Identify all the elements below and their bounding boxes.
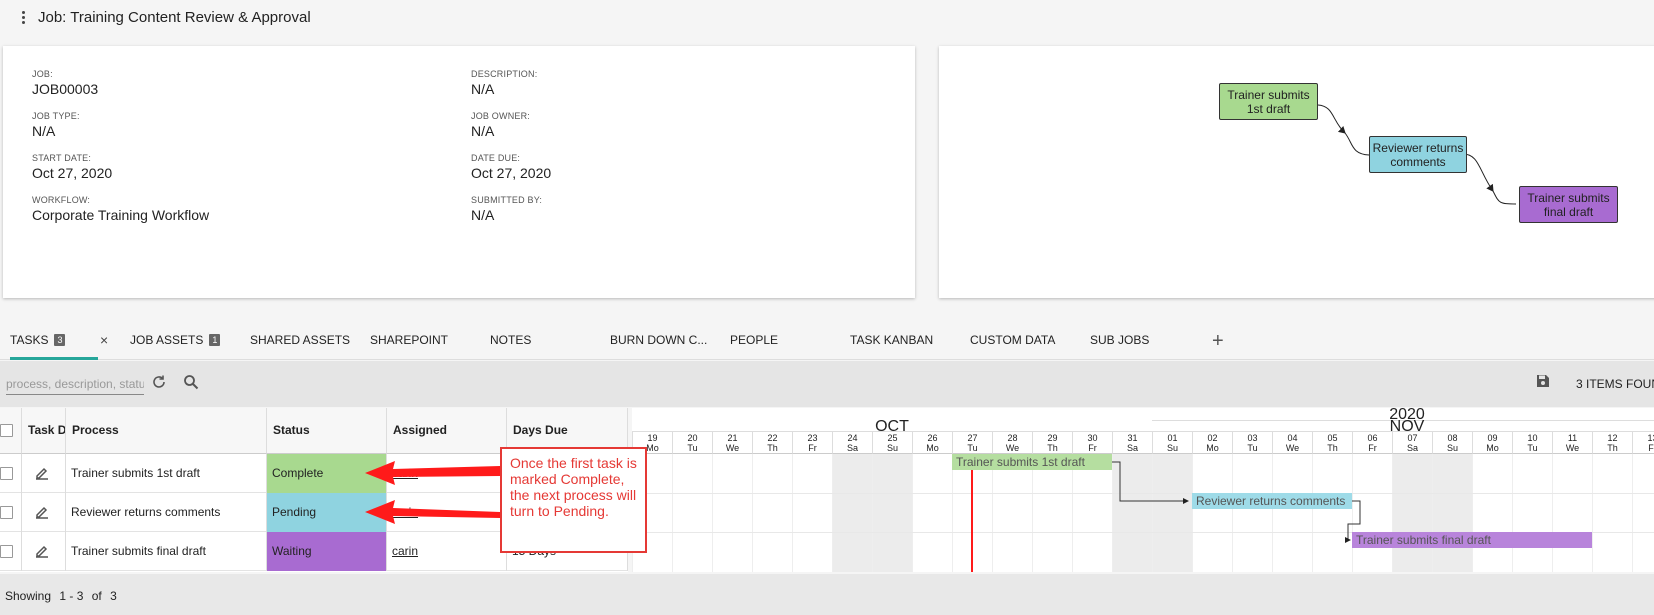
job-field: JOB: JOB00003	[32, 69, 98, 97]
start-date-value: Oct 27, 2020	[32, 165, 113, 181]
row-edit-cell	[22, 493, 66, 532]
task-details-header[interactable]: Task Details	[22, 408, 66, 454]
process-cell: Trainer submits final draft	[66, 532, 267, 571]
date-due-value: Oct 27, 2020	[471, 165, 552, 181]
date-due-label: DATE DUE:	[471, 153, 521, 163]
pagination-summary: Showing 1 - 3 of 3	[5, 589, 122, 603]
top-bar: Job: Training Content Review & Approval	[0, 0, 1654, 34]
annotation-callout: Once the first task is marked Complete, …	[500, 447, 647, 553]
tab-notes[interactable]: NOTES	[490, 326, 531, 360]
row-edit-cell	[22, 532, 66, 571]
gantt-chart: 2020 OCT NOV 19 Mo 20 Tu 21 We 22 Th 23 Fr 24 Sa 25 S…	[632, 408, 1654, 572]
submitted-by-label: SUBMITTED BY:	[471, 195, 543, 205]
status-cell: Pending	[267, 493, 387, 532]
row-checkbox[interactable]	[0, 467, 13, 480]
assigned-cell: carin	[387, 454, 507, 493]
start-date-field: START DATE: Oct 27, 2020	[32, 153, 112, 181]
job-type-value: N/A	[32, 123, 56, 139]
select-all-header	[0, 408, 22, 454]
row-checkbox[interactable]	[0, 506, 13, 519]
workflow-value: Corporate Training Workflow	[32, 207, 210, 223]
tab-tasks[interactable]: TASKS 3	[10, 326, 98, 360]
grid-footer: Showing 1 - 3 of 3	[0, 574, 1654, 615]
assigned-user-link[interactable]: carin	[392, 466, 418, 480]
tab-sharepoint[interactable]: SHAREPOINT	[370, 326, 448, 360]
connector-2-3	[1462, 153, 1494, 192]
description-value: N/A	[471, 81, 495, 97]
assigned-user-link[interactable]: carin	[392, 544, 418, 558]
process-cell: Trainer submits 1st draft	[66, 454, 267, 493]
showing-total: 3	[110, 589, 117, 603]
job-type-label: JOB TYPE:	[32, 111, 80, 121]
process-cell: Reviewer returns comments	[66, 493, 267, 532]
assigned-user-link[interactable]: carin	[392, 505, 418, 519]
save-icon[interactable]	[1536, 374, 1550, 388]
tab-shared-assets[interactable]: SHARED ASSETS	[250, 326, 350, 360]
items-found-count: 3 ITEMS FOUND	[1576, 377, 1654, 391]
workflow-field: WORKFLOW: Corporate Training Workflow	[32, 195, 209, 223]
status-header[interactable]: Status	[267, 408, 387, 454]
tasks-toolbar: 3 ITEMS FOUND	[0, 361, 1654, 407]
job-owner-value: N/A	[471, 123, 495, 139]
workflow-label: WORKFLOW:	[32, 195, 91, 205]
edit-icon[interactable]	[34, 504, 50, 520]
job-value: JOB00003	[32, 81, 99, 97]
tab-tasks-badge: 3	[54, 334, 66, 346]
row-select-cell	[0, 532, 22, 571]
connector-1-2	[1317, 104, 1346, 134]
connector-2-3-tail	[1492, 190, 1517, 205]
tab-people[interactable]: PEOPLE	[730, 326, 778, 360]
workflow-node-trainer-final-draft[interactable]: Trainer submits final draft	[1519, 186, 1618, 223]
job-details-card: JOB: JOB00003 JOB TYPE: N/A START DATE: …	[3, 46, 915, 298]
job-owner-field: JOB OWNER: N/A	[471, 111, 530, 139]
edit-icon[interactable]	[34, 465, 50, 481]
assigned-cell: carin	[387, 532, 507, 571]
status-cell: Waiting	[267, 532, 387, 571]
assigned-cell: carin	[387, 493, 507, 532]
connector-1-2-tail	[1344, 132, 1370, 156]
workflow-node-trainer-first-draft[interactable]: Trainer submits 1st draft	[1219, 83, 1318, 120]
row-edit-cell	[22, 454, 66, 493]
workflow-diagram-card: Trainer submits 1st draft Reviewer retur…	[939, 46, 1654, 298]
search-icon[interactable]	[183, 374, 199, 390]
tab-job-assets-badge: 1	[209, 334, 221, 346]
workflow-node-reviewer-comments[interactable]: Reviewer returns comments	[1369, 136, 1467, 173]
row-select-cell	[0, 454, 22, 493]
showing-label: Showing	[5, 589, 52, 603]
job-owner-label: JOB OWNER:	[471, 111, 531, 121]
tab-bar: TASKS 3 JOB ASSETS 1 SHARED ASSETS SHAREPO…	[0, 326, 1654, 360]
description-field: DESCRIPTION: N/A	[471, 69, 537, 97]
date-due-field: DATE DUE: Oct 27, 2020	[471, 153, 551, 181]
status-cell: Complete	[267, 454, 387, 493]
job-label: JOB:	[32, 69, 53, 79]
tab-sub-jobs[interactable]: SUB JOBS	[1090, 326, 1149, 360]
tab-custom-data[interactable]: CUSTOM DATA	[970, 326, 1055, 360]
refresh-icon[interactable]	[151, 374, 167, 390]
tab-burn-down[interactable]: BURN DOWN C...	[610, 326, 707, 360]
description-label: DESCRIPTION:	[471, 69, 538, 79]
close-tab-icon[interactable]: ×	[100, 332, 108, 348]
assigned-header[interactable]: Assigned	[387, 408, 507, 454]
gantt-dependency-arrows	[1112, 461, 1361, 543]
submitted-by-field: SUBMITTED BY: N/A	[471, 195, 542, 223]
search-input[interactable]	[6, 373, 144, 395]
submitted-by-value: N/A	[471, 207, 495, 223]
add-tab-icon[interactable]: +	[1212, 331, 1224, 351]
tab-task-kanban[interactable]: TASK KANBAN	[850, 326, 933, 360]
start-date-label: START DATE:	[32, 153, 92, 163]
page-title: Job: Training Content Review & Approval	[38, 8, 311, 26]
row-checkbox[interactable]	[0, 545, 13, 558]
tab-job-assets[interactable]: JOB ASSETS 1	[130, 326, 221, 360]
select-all-checkbox[interactable]	[0, 424, 13, 437]
showing-range: 1 - 3	[59, 589, 84, 603]
tab-tasks-label: TASKS	[10, 333, 49, 347]
row-select-cell	[0, 493, 22, 532]
showing-of: of	[91, 589, 102, 603]
edit-icon[interactable]	[34, 543, 50, 559]
tab-job-assets-label: JOB ASSETS	[130, 333, 204, 347]
job-type-field: JOB TYPE: N/A	[32, 111, 80, 139]
more-vertical-icon[interactable]	[18, 10, 28, 24]
process-header[interactable]: Process	[66, 408, 267, 454]
